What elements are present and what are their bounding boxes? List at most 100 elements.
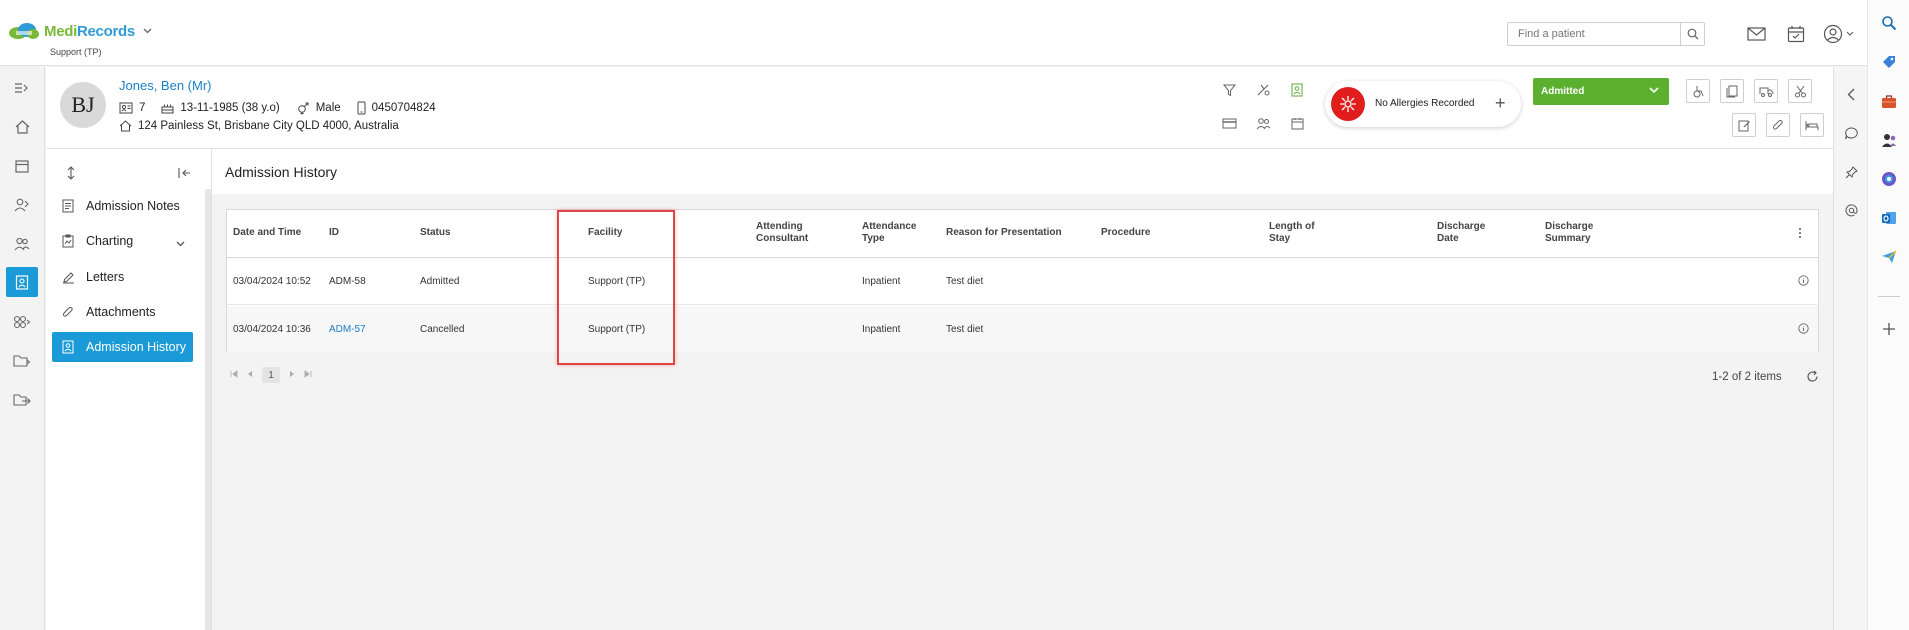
outlook-icon[interactable] bbox=[1878, 207, 1900, 229]
nav-letters[interactable]: Letters bbox=[52, 262, 193, 292]
home-address-icon bbox=[119, 120, 132, 132]
medication-icon[interactable] bbox=[1254, 81, 1272, 99]
pin-icon[interactable] bbox=[1841, 162, 1861, 182]
id-card-icon bbox=[119, 102, 133, 114]
folder-icon[interactable] bbox=[6, 346, 38, 376]
first-page-icon[interactable] bbox=[230, 369, 238, 381]
col-date-time[interactable]: Date and Time bbox=[233, 227, 301, 239]
modules-icon[interactable] bbox=[6, 307, 38, 337]
reorder-arrows-icon[interactable] bbox=[64, 166, 78, 180]
chevron-down-icon[interactable] bbox=[143, 26, 152, 37]
refresh-icon[interactable] bbox=[1806, 370, 1819, 386]
attach-icon[interactable] bbox=[1766, 113, 1790, 137]
info-icon[interactable] bbox=[1798, 323, 1809, 337]
payment-card-icon[interactable] bbox=[1220, 114, 1238, 132]
cloud-logo-icon bbox=[8, 22, 40, 40]
column-menu-icon[interactable] bbox=[1798, 227, 1802, 242]
wheelchair-icon[interactable] bbox=[1686, 79, 1710, 103]
table-row[interactable]: 03/04/2024 10:52 ADM-58 Admitted Support… bbox=[227, 258, 1818, 305]
right-sidebar bbox=[1833, 67, 1867, 630]
calendar-check-icon[interactable] bbox=[1784, 22, 1808, 46]
collapse-nav-icon[interactable] bbox=[178, 166, 192, 180]
pager: 1 bbox=[230, 367, 312, 383]
practitioners-icon[interactable] bbox=[6, 190, 38, 220]
send-icon[interactable] bbox=[1878, 246, 1900, 268]
admission-id-link[interactable]: ADM-57 bbox=[329, 324, 366, 335]
nav-charting[interactable]: Charting bbox=[52, 226, 193, 256]
expand-rail-icon[interactable] bbox=[6, 73, 38, 103]
mention-icon[interactable] bbox=[1841, 200, 1861, 220]
patient-search-input[interactable] bbox=[1508, 23, 1680, 45]
patient-avatar: BJ bbox=[60, 82, 106, 128]
documents-icon[interactable] bbox=[1720, 79, 1744, 103]
chevron-down-icon[interactable] bbox=[176, 236, 185, 250]
add-icon[interactable] bbox=[1878, 318, 1900, 340]
patient-record-icon[interactable] bbox=[6, 267, 38, 297]
prev-page-icon[interactable] bbox=[247, 370, 253, 381]
patient-banner: BJ Jones, Ben (Mr) 7 13-11-1985 (38 y.o)… bbox=[46, 67, 1833, 149]
next-page-icon[interactable] bbox=[289, 370, 295, 381]
document-icon bbox=[62, 199, 76, 213]
patient-name-link[interactable]: Jones, Ben (Mr) bbox=[119, 78, 211, 93]
allergy-status: No Allergies Recorded bbox=[1375, 98, 1475, 109]
paperclip-icon bbox=[62, 306, 76, 318]
last-page-icon[interactable] bbox=[304, 369, 312, 381]
app-logo[interactable]: MediRecords bbox=[8, 22, 152, 40]
edge-toolbar bbox=[1867, 0, 1909, 630]
appointments-icon[interactable] bbox=[1288, 114, 1306, 132]
chevron-down-icon bbox=[1649, 86, 1659, 97]
gender-icon bbox=[296, 102, 310, 115]
birthday-cake-icon bbox=[161, 102, 174, 114]
calendar-icon[interactable] bbox=[6, 151, 38, 181]
search-icon[interactable] bbox=[1680, 23, 1704, 45]
ambulance-icon[interactable] bbox=[1754, 79, 1778, 103]
nav-attachments[interactable]: Attachments bbox=[52, 297, 193, 327]
col-id[interactable]: ID bbox=[329, 227, 339, 239]
chat-icon[interactable] bbox=[1841, 123, 1861, 143]
col-reason[interactable]: Reason for Presentation bbox=[946, 227, 1062, 239]
page-title: Admission History bbox=[225, 164, 338, 180]
briefcase-icon[interactable] bbox=[1878, 90, 1900, 112]
contacts-icon[interactable] bbox=[1254, 114, 1272, 132]
people-icon[interactable] bbox=[1878, 129, 1900, 151]
col-discharge-summary[interactable]: Discharge Summary bbox=[1545, 221, 1593, 245]
col-discharge-date[interactable]: Discharge Date bbox=[1437, 221, 1485, 245]
admission-status-value: Admitted bbox=[1541, 86, 1585, 97]
user-menu-icon[interactable] bbox=[1822, 22, 1856, 46]
edit-note-icon[interactable] bbox=[1732, 113, 1756, 137]
col-procedure[interactable]: Procedure bbox=[1101, 227, 1150, 239]
tag-icon[interactable] bbox=[1878, 51, 1900, 73]
facility-column-highlight bbox=[557, 210, 675, 365]
home-icon[interactable] bbox=[6, 112, 38, 142]
copilot-icon[interactable] bbox=[1878, 168, 1900, 190]
patient-dob: 13-11-1985 (38 y.o) bbox=[180, 102, 280, 114]
col-attending-consultant[interactable]: Attending Consultant bbox=[756, 221, 808, 245]
chevron-left-icon[interactable] bbox=[1841, 84, 1861, 104]
col-length-of-stay[interactable]: Length of Stay bbox=[1269, 221, 1315, 245]
page-number-button[interactable]: 1 bbox=[262, 367, 280, 383]
scissors-icon[interactable] bbox=[1788, 79, 1812, 103]
nav-admission-history[interactable]: Admission History bbox=[52, 332, 193, 362]
allergy-pill[interactable]: No Allergies Recorded + bbox=[1325, 81, 1521, 127]
app-name: MediRecords bbox=[44, 22, 135, 40]
admission-history-grid: Date and Time ID Status Facility Attendi… bbox=[226, 209, 1819, 353]
mail-icon[interactable] bbox=[1744, 22, 1768, 46]
pencil-icon bbox=[62, 271, 76, 284]
nav-admission-notes[interactable]: Admission Notes bbox=[52, 191, 193, 221]
patients-icon[interactable] bbox=[6, 229, 38, 259]
patient-address-row: 124 Painless St, Brisbane City QLD 4000,… bbox=[119, 120, 399, 132]
table-row[interactable]: 03/04/2024 10:36 ADM-57 Cancelled Suppor… bbox=[227, 306, 1818, 353]
content-header: Admission History bbox=[212, 149, 1834, 194]
edge-divider bbox=[1878, 296, 1900, 297]
admission-status-dropdown[interactable]: Admitted bbox=[1533, 78, 1669, 105]
search-icon[interactable] bbox=[1878, 12, 1900, 34]
col-status[interactable]: Status bbox=[420, 227, 451, 239]
info-icon[interactable] bbox=[1798, 275, 1809, 289]
bed-icon[interactable] bbox=[1800, 113, 1824, 137]
filter-icon[interactable] bbox=[1220, 81, 1238, 99]
col-attendance-type[interactable]: Attendance Type bbox=[862, 221, 916, 245]
export-folder-icon[interactable] bbox=[6, 385, 38, 415]
patient-details-row: 7 13-11-1985 (38 y.o) Male 0450704824 bbox=[119, 101, 436, 115]
patient-card-icon[interactable] bbox=[1288, 81, 1306, 99]
add-allergy-button[interactable]: + bbox=[1495, 93, 1506, 114]
